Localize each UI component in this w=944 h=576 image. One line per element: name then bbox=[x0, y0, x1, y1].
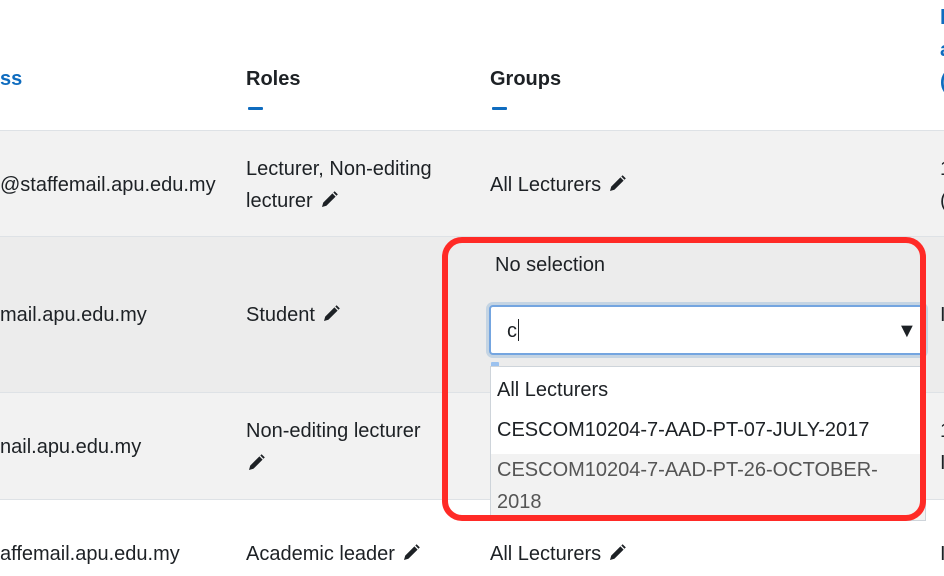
right-cell-fragment: 1 bbox=[940, 415, 944, 447]
pencil-icon[interactable] bbox=[607, 174, 627, 194]
roles-cell-line: Lecturer, Non-editing bbox=[246, 158, 432, 180]
email-cell: affemail.apu.edu.my bbox=[0, 543, 180, 565]
roles-sort-indicator[interactable] bbox=[248, 107, 263, 110]
right-cell-fragment: I bbox=[940, 543, 944, 565]
highlight-annotation-box bbox=[442, 237, 926, 521]
header-right-fragment-3[interactable]: ( bbox=[940, 66, 944, 98]
right-cell-fragment: I bbox=[940, 452, 944, 474]
table-header: ss Roles Groups l a ( bbox=[0, 0, 944, 131]
roles-cell-line: lecturer bbox=[246, 190, 313, 212]
right-cell-fragment: ( bbox=[940, 185, 944, 217]
pencil-icon[interactable] bbox=[319, 190, 339, 210]
email-cell: mail.apu.edu.my bbox=[0, 304, 147, 326]
roles-value: Academic leader bbox=[246, 543, 395, 565]
email-cell: nail.apu.edu.my bbox=[0, 436, 142, 458]
roles-edit bbox=[246, 453, 266, 475]
groups-cell: All Lecturers bbox=[490, 169, 627, 201]
pencil-icon[interactable] bbox=[246, 453, 266, 473]
roles-value: Student bbox=[246, 304, 315, 326]
table-row: @staffemail.apu.edu.my Lecturer, Non-edi… bbox=[0, 131, 944, 237]
right-cell-fragment: I bbox=[940, 304, 944, 326]
email-cell: @staffemail.apu.edu.my bbox=[0, 174, 216, 196]
roles-column-header[interactable]: Roles bbox=[246, 67, 300, 91]
groups-sort-indicator[interactable] bbox=[492, 107, 507, 110]
roles-cell: Student bbox=[246, 299, 341, 331]
groups-value: All Lecturers bbox=[490, 543, 602, 565]
roles-cell: Academic leader bbox=[246, 538, 421, 570]
pencil-icon[interactable] bbox=[607, 543, 627, 563]
header-right-fragment-2[interactable]: a bbox=[940, 34, 944, 66]
email-column-header[interactable]: ss bbox=[0, 67, 22, 91]
roles-cell: lecturer bbox=[246, 185, 339, 217]
groups-value: All Lecturers bbox=[490, 174, 602, 196]
groups-column-header[interactable]: Groups bbox=[490, 67, 561, 91]
header-right-fragment-1[interactable]: l bbox=[940, 2, 944, 34]
pencil-icon[interactable] bbox=[321, 304, 341, 324]
groups-cell: All Lecturers bbox=[490, 538, 627, 570]
pencil-icon[interactable] bbox=[401, 543, 421, 563]
right-cell-fragment: 1 bbox=[940, 153, 944, 185]
roles-cell-line: Non-editing lecturer bbox=[246, 420, 421, 442]
